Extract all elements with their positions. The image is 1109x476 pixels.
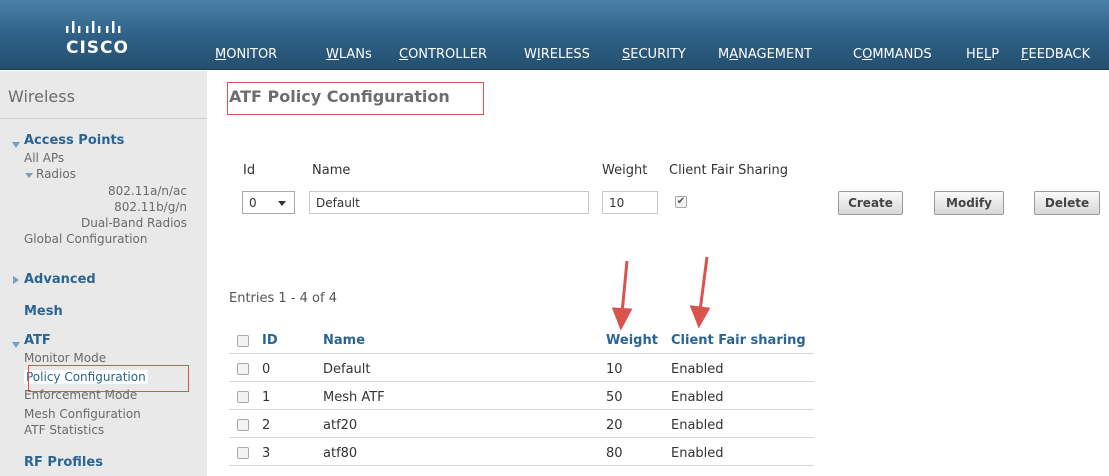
table-divider bbox=[229, 353, 814, 354]
row-weight: 50 bbox=[606, 390, 623, 405]
column-header-id[interactable]: ID bbox=[262, 333, 278, 348]
chevron-down-icon bbox=[278, 201, 286, 206]
sidebar-item-dual-band[interactable]: Dual-Band Radios bbox=[7, 216, 187, 230]
sidebar-title: Wireless bbox=[8, 87, 75, 106]
cisco-logo-text: CISCO bbox=[66, 38, 129, 58]
row-id: 3 bbox=[262, 446, 271, 461]
table-row[interactable]: 0 Default 10 Enabled bbox=[229, 356, 814, 382]
sidebar-item-monitor-mode[interactable]: Monitor Mode bbox=[24, 351, 106, 365]
sidebar-item-advanced[interactable]: Advanced bbox=[24, 272, 96, 287]
row-name[interactable]: Mesh ATF bbox=[323, 390, 385, 405]
table-divider bbox=[229, 381, 814, 382]
id-select[interactable]: 0 bbox=[242, 191, 295, 214]
create-button[interactable]: Create bbox=[838, 191, 903, 215]
row-checkbox[interactable] bbox=[237, 391, 249, 403]
row-name[interactable]: atf20 bbox=[323, 418, 357, 433]
sidebar-divider bbox=[0, 118, 207, 119]
table-row[interactable]: 1 Mesh ATF 50 Enabled bbox=[229, 384, 814, 410]
entries-count: Entries 1 - 4 of 4 bbox=[229, 291, 337, 306]
table-row[interactable]: 2 atf20 20 Enabled bbox=[229, 412, 814, 438]
cisco-bars-icon bbox=[66, 21, 121, 33]
sidebar-item-radio-b[interactable]: 802.11b/g/n bbox=[7, 200, 187, 214]
sidebar-item-atf-statistics[interactable]: ATF Statistics bbox=[24, 423, 104, 437]
nav-security[interactable]: SECURITY bbox=[622, 47, 686, 62]
nav-help[interactable]: HELP bbox=[966, 47, 999, 62]
radios-expand-icon[interactable] bbox=[25, 173, 33, 178]
table-row[interactable]: 3 atf80 80 Enabled bbox=[229, 440, 814, 466]
delete-button[interactable]: Delete bbox=[1034, 191, 1100, 215]
collapse-arrow-icon[interactable] bbox=[13, 276, 19, 284]
row-client-fair-sharing: Enabled bbox=[671, 390, 724, 405]
row-id: 2 bbox=[262, 418, 271, 433]
weight-label: Weight bbox=[602, 163, 648, 178]
table-divider bbox=[229, 465, 814, 466]
sidebar-item-access-points[interactable]: Access Points bbox=[24, 133, 124, 148]
nav-commands[interactable]: COMMANDS bbox=[853, 47, 932, 62]
row-checkbox[interactable] bbox=[237, 363, 249, 375]
sidebar-item-global-config[interactable]: Global Configuration bbox=[24, 232, 147, 246]
row-name[interactable]: Default bbox=[323, 362, 371, 377]
nav-feedback[interactable]: FEEDBACK bbox=[1021, 47, 1090, 62]
id-label: Id bbox=[243, 163, 256, 178]
sidebar: Wireless Access Points All APs Radios 80… bbox=[0, 71, 207, 476]
row-weight: 10 bbox=[606, 362, 623, 377]
sidebar-item-mesh-config[interactable]: Mesh Configuration bbox=[24, 407, 141, 421]
nav-wlans[interactable]: WLANs bbox=[326, 47, 372, 62]
expand-arrow-icon[interactable] bbox=[12, 142, 20, 148]
title-highlight-annotation bbox=[227, 82, 484, 115]
sidebar-item-all-aps[interactable]: All APs bbox=[24, 151, 64, 165]
row-checkbox[interactable] bbox=[237, 447, 249, 459]
column-header-client-fair-sharing[interactable]: Client Fair sharing bbox=[671, 333, 806, 348]
name-label: Name bbox=[312, 163, 351, 178]
table-divider bbox=[229, 437, 814, 438]
expand-arrow-icon[interactable] bbox=[12, 342, 20, 348]
select-all-checkbox[interactable] bbox=[237, 335, 249, 347]
nav-controller[interactable]: CONTROLLER bbox=[399, 47, 487, 62]
weight-input[interactable]: 10 bbox=[602, 191, 658, 214]
sidebar-highlight-annotation bbox=[28, 365, 189, 392]
row-weight: 80 bbox=[606, 446, 623, 461]
client-fair-sharing-label: Client Fair Sharing bbox=[669, 163, 789, 178]
sidebar-item-radios[interactable]: Radios bbox=[36, 167, 76, 181]
sidebar-item-mesh[interactable]: Mesh bbox=[24, 304, 63, 319]
id-select-value: 0 bbox=[249, 196, 257, 210]
sidebar-item-rf-profiles[interactable]: RF Profiles bbox=[24, 455, 103, 470]
row-client-fair-sharing: Enabled bbox=[671, 446, 724, 461]
table-divider bbox=[229, 409, 814, 410]
nav-monitor[interactable]: MONITOR bbox=[215, 47, 277, 62]
client-fair-sharing-checkbox[interactable]: ✔ bbox=[675, 196, 687, 208]
sidebar-item-radio-a[interactable]: 802.11a/n/ac bbox=[7, 184, 187, 198]
column-header-name[interactable]: Name bbox=[323, 333, 365, 348]
cisco-logo: CISCO bbox=[62, 12, 162, 62]
annotation-arrows bbox=[611, 256, 711, 331]
row-id: 1 bbox=[262, 390, 271, 405]
nav-wireless[interactable]: WIRELESS bbox=[524, 47, 590, 62]
name-input[interactable]: Default bbox=[309, 191, 589, 214]
row-checkbox[interactable] bbox=[237, 419, 249, 431]
row-weight: 20 bbox=[606, 418, 623, 433]
row-name[interactable]: atf80 bbox=[323, 446, 357, 461]
sidebar-item-atf[interactable]: ATF bbox=[24, 333, 51, 348]
top-navigation-bar: CISCO MONITOR WLANs CONTROLLER WIRELESS … bbox=[0, 0, 1109, 70]
nav-management[interactable]: MANAGEMENT bbox=[718, 47, 812, 62]
row-client-fair-sharing: Enabled bbox=[671, 418, 724, 433]
row-client-fair-sharing: Enabled bbox=[671, 362, 724, 377]
row-id: 0 bbox=[262, 362, 271, 377]
modify-button[interactable]: Modify bbox=[934, 191, 1004, 215]
column-header-weight[interactable]: Weight bbox=[606, 333, 658, 348]
